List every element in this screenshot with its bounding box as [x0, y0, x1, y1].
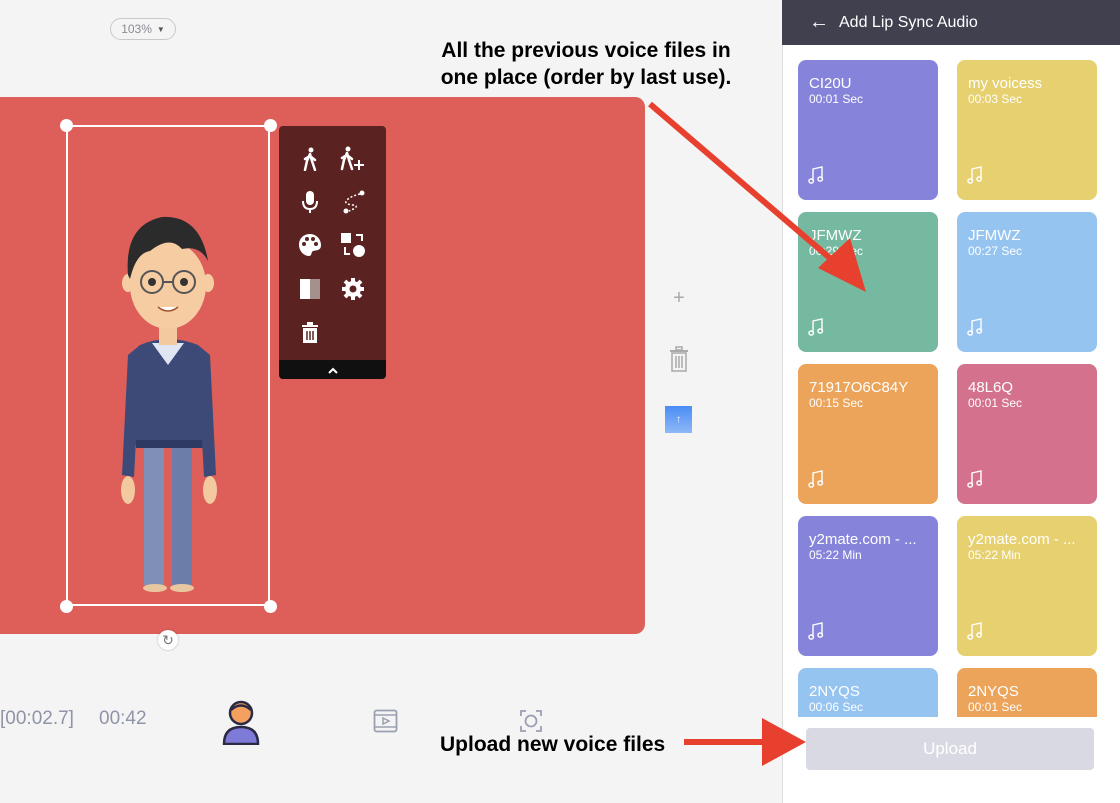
arrow-up-icon: ↑ [676, 414, 681, 425]
music-note-icon [808, 166, 824, 184]
opacity-icon[interactable] [295, 274, 325, 304]
voice-card[interactable]: 2NYQS 00:01 Sec [957, 668, 1097, 717]
voice-card-duration: 00:29 Sec [809, 244, 864, 258]
voice-card-name: JFMWZ [968, 227, 1021, 244]
trash-icon[interactable] [295, 318, 325, 348]
camera-focus-icon[interactable] [519, 709, 543, 733]
zoom-value: 103% [121, 22, 152, 36]
arrow-left-icon[interactable]: ← [809, 11, 831, 34]
voice-card[interactable]: y2mate.com - ... 05:22 Min [798, 516, 938, 656]
panel-title: Add Lip Sync Audio [839, 13, 978, 31]
voice-card-duration: 00:01 Sec [809, 92, 864, 106]
zoom-dropdown[interactable]: 103% ▼ [110, 18, 176, 40]
chevron-down-icon: ▼ [156, 24, 165, 34]
rotate-icon[interactable]: ↻ [158, 630, 178, 650]
voice-card[interactable]: y2mate.com - ... 05:22 Min [957, 516, 1097, 656]
add-icon[interactable]: + [669, 287, 689, 309]
voice-card-duration: 00:06 Sec [809, 700, 864, 714]
voice-card[interactable]: my voicess 00:03 Sec [957, 60, 1097, 200]
chevron-up-icon [327, 367, 338, 374]
toolbar-collapse-button[interactable] [279, 360, 386, 379]
voice-card-duration: 00:01 Sec [968, 396, 1023, 410]
music-note-icon [967, 166, 983, 184]
character-icon[interactable] [221, 699, 261, 745]
voice-card[interactable]: JFMWZ 00:29 Sec [798, 212, 938, 352]
music-note-icon [967, 622, 983, 640]
object-toolbar [279, 126, 386, 379]
voice-card-duration: 00:27 Sec [968, 244, 1023, 258]
resize-handle-bottom-right[interactable] [264, 600, 277, 613]
delete-icon[interactable] [668, 346, 690, 372]
gear-icon[interactable] [338, 274, 368, 304]
music-note-icon [808, 318, 824, 336]
voice-card-name: y2mate.com - ... [809, 531, 917, 548]
voice-card-duration: 05:22 Min [809, 548, 862, 562]
voice-card[interactable]: 71917O6C84Y 00:15 Sec [798, 364, 938, 504]
annotation-upload: Upload new voice files [440, 733, 666, 756]
upload-button[interactable]: Upload [806, 728, 1094, 770]
voice-card-name: y2mate.com - ... [968, 531, 1076, 548]
voice-card-duration: 00:15 Sec [809, 396, 864, 410]
music-note-icon [808, 622, 824, 640]
video-icon[interactable] [373, 709, 398, 733]
voice-card-name: CI20U [809, 75, 852, 92]
resize-handle-top-left[interactable] [60, 119, 73, 132]
voice-card-duration: 00:01 Sec [968, 700, 1023, 714]
annotation-previous-files: All the previous voice files in one plac… [440, 39, 732, 89]
selection-box[interactable] [66, 125, 270, 606]
voice-card-duration: 00:03 Sec [968, 92, 1023, 106]
motion-path-icon[interactable] [338, 187, 368, 217]
music-note-icon [808, 470, 824, 488]
voice-card-name: 71917O6C84Y [809, 379, 909, 396]
music-note-icon [967, 470, 983, 488]
walk-icon[interactable] [295, 144, 325, 174]
voice-card[interactable]: 2NYQS 00:06 Sec [798, 668, 938, 717]
resize-handle-bottom-left[interactable] [60, 600, 73, 613]
voice-card-name: my voicess [968, 75, 1043, 92]
voice-card-name: 2NYQS [809, 683, 860, 700]
voice-file-list[interactable]: CI20U 00:01 Sec my voicess 00:03 Sec JFMWZ 00… [782, 45, 1120, 717]
voice-card-duration: 05:22 Min [968, 548, 1021, 562]
total-time: 00:42 [99, 708, 147, 729]
voice-card-name: 48L6Q [968, 379, 1014, 396]
voice-card[interactable]: 48L6Q 00:01 Sec [957, 364, 1097, 504]
panel-header: ← Add Lip Sync Audio [782, 0, 1120, 45]
swap-icon[interactable] [338, 230, 368, 260]
walk-add-icon[interactable] [338, 144, 368, 174]
voice-card-name: JFMWZ [809, 227, 862, 244]
resize-handle-top-right[interactable] [264, 119, 277, 132]
move-up-button[interactable]: ↑ [665, 406, 692, 433]
microphone-icon[interactable] [295, 187, 325, 217]
current-time: [00:02.7] [0, 708, 74, 729]
voice-card[interactable]: JFMWZ 00:27 Sec [957, 212, 1097, 352]
palette-icon[interactable] [295, 230, 325, 260]
music-note-icon [967, 318, 983, 336]
voice-card-name: 2NYQS [968, 683, 1019, 700]
voice-card[interactable]: CI20U 00:01 Sec [798, 60, 938, 200]
